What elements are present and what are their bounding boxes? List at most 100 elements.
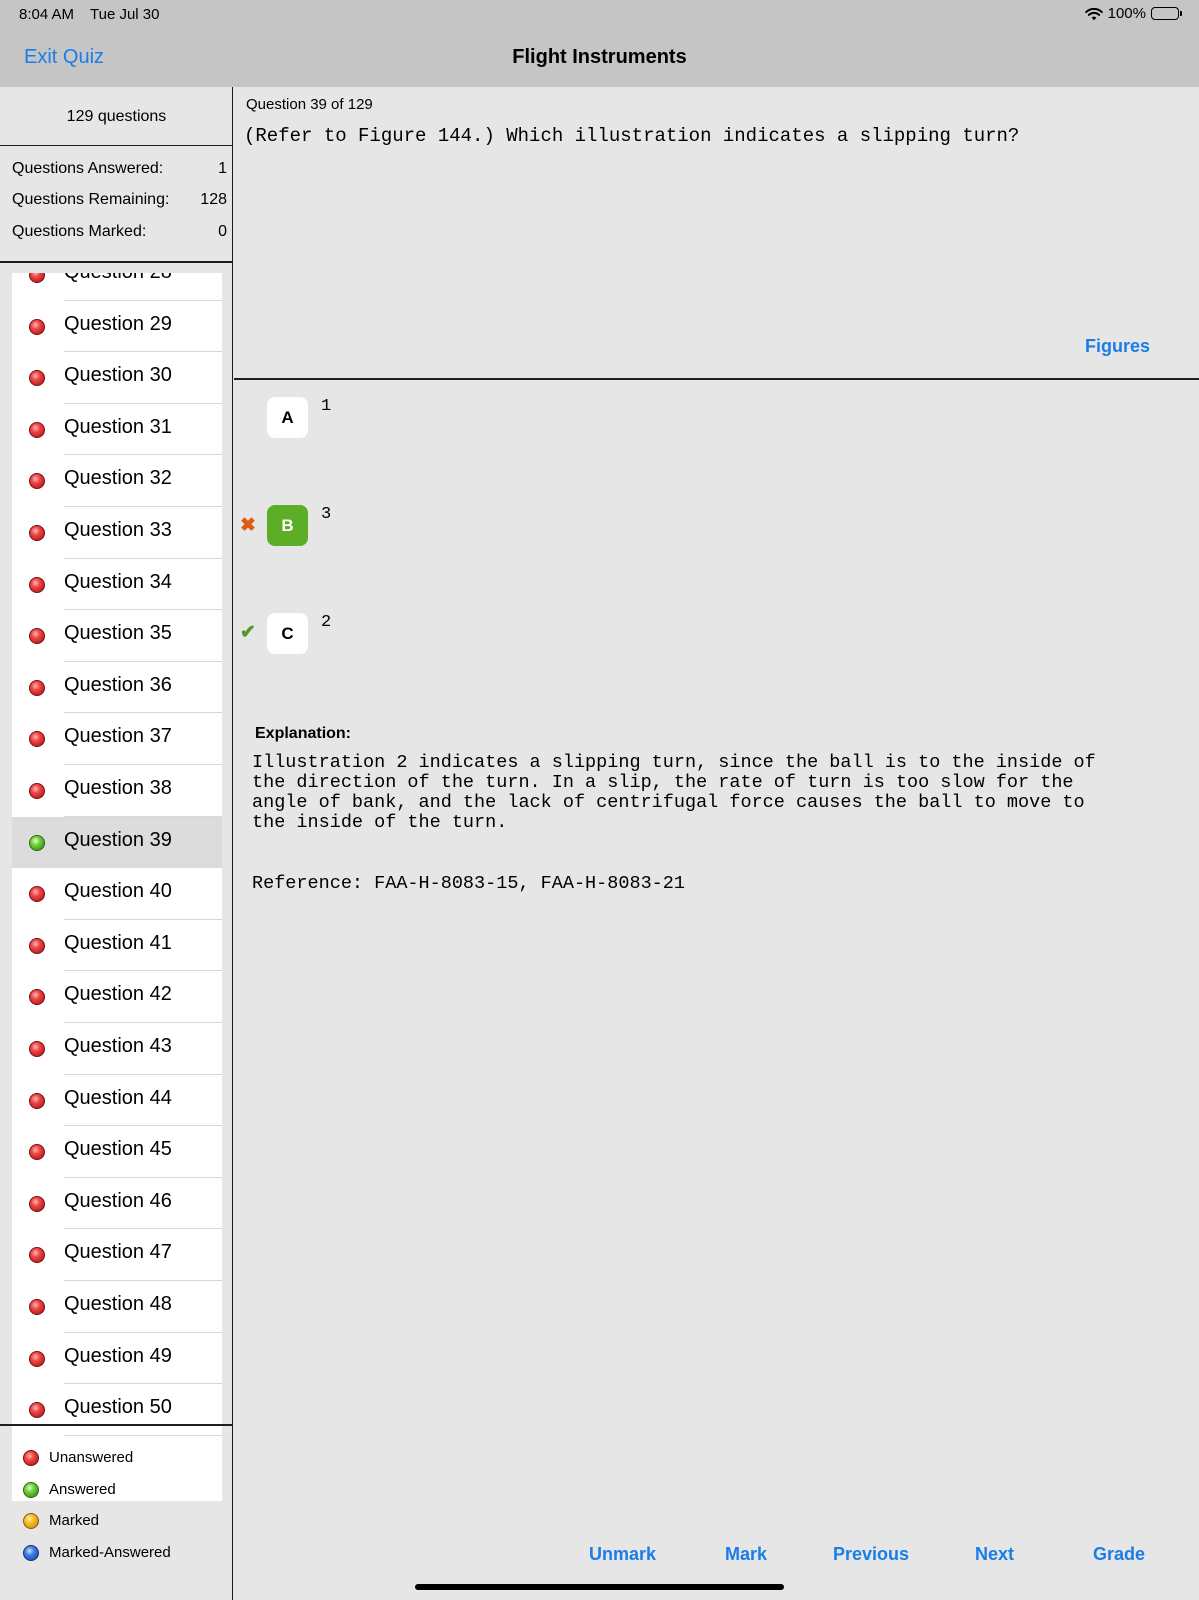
explanation-line: angle of bank, and the lack of centrifug… <box>252 792 1085 813</box>
stat-value: 1 <box>218 160 227 177</box>
legend-unanswered: Unanswered <box>23 1449 133 1466</box>
mark-button[interactable]: Mark <box>725 1544 767 1565</box>
status-dot-icon <box>29 1041 45 1057</box>
answer-a-button[interactable]: A <box>267 397 308 438</box>
question-list-label: Question 30 <box>64 364 172 387</box>
question-list-label: Question 47 <box>64 1241 172 1264</box>
question-count: 129 questions <box>0 87 233 146</box>
question-list-label: Question 50 <box>64 1396 172 1419</box>
question-list-item[interactable]: Question 35 <box>12 610 222 662</box>
question-list-item[interactable]: Question 28 <box>12 273 222 301</box>
page-title: Flight Instruments <box>512 46 687 68</box>
status-dot-icon <box>29 1144 45 1161</box>
question-list-item[interactable]: Question 50 <box>12 1384 222 1436</box>
question-list-label: Question 44 <box>64 1086 172 1109</box>
legend-marked: Marked <box>23 1512 99 1529</box>
question-list-label: Question 35 <box>64 622 172 645</box>
status-dot-icon <box>29 937 45 954</box>
answer-c-button[interactable]: C <box>267 613 308 654</box>
stat-label: Questions Marked: <box>12 223 147 240</box>
status-dot-icon <box>29 1247 45 1264</box>
status-dot-icon <box>29 834 45 851</box>
question-list-item[interactable]: Question 45 <box>12 1126 222 1178</box>
status-dot-icon <box>29 989 45 1006</box>
question-list-label: Question 40 <box>64 880 172 903</box>
incorrect-x-icon: ✖ <box>240 515 256 536</box>
question-list-label: Question 33 <box>64 519 172 541</box>
question-list-label: Question 46 <box>64 1189 172 1212</box>
legend-label: Unanswered <box>49 1449 134 1466</box>
status-dot-icon <box>29 679 45 696</box>
yellow-status-icon <box>23 1512 39 1529</box>
legend-label: Answered <box>49 1481 116 1498</box>
question-list-item[interactable]: Question 34 <box>12 559 222 611</box>
previous-button[interactable]: Previous <box>833 1544 909 1565</box>
stat-remaining: Questions Remaining: 128 <box>12 191 227 209</box>
question-list-label: Question 39 <box>64 828 172 851</box>
question-list-label: Question 31 <box>64 415 172 438</box>
question-number: Question 39 of 129 <box>246 96 373 113</box>
answer-b-button[interactable]: B <box>267 505 308 546</box>
legend-answered: Answered <box>23 1481 116 1498</box>
stat-value: 128 <box>200 191 227 208</box>
status-dot-icon <box>29 628 45 645</box>
answer-b-text: 3 <box>321 505 332 524</box>
red-status-icon <box>23 1449 39 1466</box>
question-list-item[interactable]: Question 32 <box>12 455 222 507</box>
question-list-label: Question 49 <box>64 1344 172 1367</box>
question-list-label: Question 43 <box>64 1035 172 1057</box>
unmark-button[interactable]: Unmark <box>589 1544 656 1565</box>
question-list-item[interactable]: Question 42 <box>12 971 222 1023</box>
status-dot-icon <box>29 318 45 335</box>
status-dot-icon <box>29 1195 45 1212</box>
status-dot-icon <box>29 421 45 438</box>
question-list-label: Question 36 <box>64 673 172 696</box>
stat-label: Questions Remaining: <box>12 191 170 208</box>
question-list-item[interactable]: Question 36 <box>12 662 222 714</box>
question-list-item[interactable]: Question 44 <box>12 1075 222 1127</box>
next-button[interactable]: Next <box>975 1544 1014 1565</box>
stat-value: 0 <box>218 223 227 240</box>
home-indicator <box>415 1584 784 1590</box>
question-list-item[interactable]: Question 29 <box>12 301 222 353</box>
status-time: 8:04 AM <box>19 6 75 23</box>
status-dot-icon <box>29 273 45 283</box>
question-list-item[interactable]: Question 47 <box>12 1229 222 1281</box>
status-dot-icon <box>29 731 45 748</box>
divider <box>234 378 1199 380</box>
grade-button[interactable]: Grade <box>1093 1544 1145 1565</box>
correct-check-icon: ✔ <box>240 622 256 643</box>
question-list-item[interactable]: Question 31 <box>12 404 222 456</box>
question-list-item[interactable]: Question 39 <box>12 816 222 869</box>
top-bar: 8:04 AM Tue Jul 30 100% Exit Quiz Flight… <box>0 0 1199 87</box>
question-list-item[interactable]: Question 41 <box>12 920 222 972</box>
legend-label: Marked-Answered <box>49 1544 171 1561</box>
question-list-item[interactable]: Question 46 <box>12 1178 222 1230</box>
question-list-item[interactable]: Question 33 <box>12 507 222 559</box>
stat-label: Questions Answered: <box>12 160 164 177</box>
question-list[interactable]: Question 28 Question 29 Question 30 Questio… <box>12 273 222 1501</box>
question-list-item[interactable]: Question 49 <box>12 1333 222 1385</box>
figures-button[interactable]: Figures <box>1085 336 1150 357</box>
question-list-label: Question 38 <box>64 777 172 799</box>
blue-status-icon <box>23 1544 39 1561</box>
explanation-line: the direction of the turn. In a slip, th… <box>252 772 1074 793</box>
answer-c-text: 2 <box>321 613 332 632</box>
question-list-item[interactable]: Question 48 <box>12 1281 222 1333</box>
question-list-item[interactable]: Question 30 <box>12 352 222 404</box>
question-list-item[interactable]: Question 37 <box>12 713 222 765</box>
status-dot-icon <box>29 1299 45 1315</box>
row-divider <box>64 1434 222 1436</box>
question-list-item[interactable]: Question 38 <box>12 765 222 817</box>
explanation-line: Illustration 2 indicates a slipping turn… <box>252 752 1096 773</box>
question-list-label: Question 42 <box>64 983 172 1006</box>
reference-text: Reference: FAA-H-8083-15, FAA-H-8083-21 <box>252 873 685 894</box>
question-list-item[interactable]: Question 43 <box>12 1023 222 1075</box>
question-list-label: Question 34 <box>64 570 172 593</box>
legend-marked-answered: Marked-Answered <box>23 1544 171 1561</box>
status-indicators: 100% <box>1084 5 1182 22</box>
stat-answered: Questions Answered: 1 <box>12 160 227 178</box>
divider <box>0 1424 233 1426</box>
green-status-icon <box>23 1481 39 1498</box>
question-list-item[interactable]: Question 40 <box>12 868 222 920</box>
